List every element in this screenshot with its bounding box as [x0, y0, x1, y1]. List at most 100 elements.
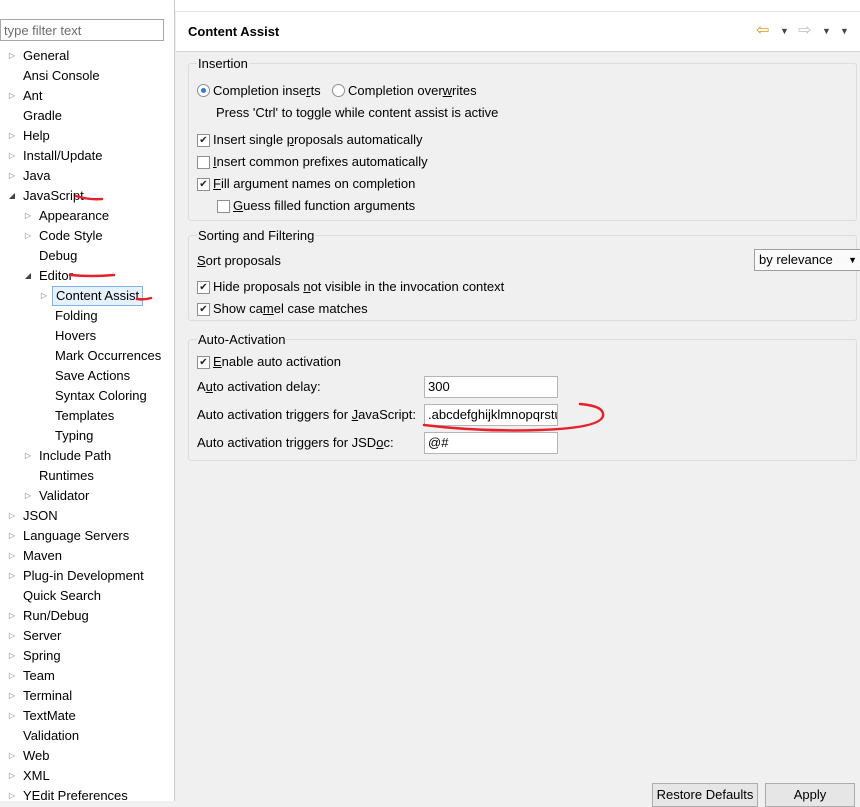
fill-args-checkbox[interactable]: ✔ — [197, 178, 210, 191]
expand-triangle-icon[interactable]: ▷ — [6, 526, 18, 546]
js-triggers-field[interactable]: .abcdefghijklmnopqrstuvwxyz — [424, 404, 558, 426]
expand-triangle-icon[interactable]: ▷ — [6, 46, 18, 66]
tree-item-label: General — [23, 48, 70, 63]
restore-defaults-button[interactable]: Restore Defaults — [652, 783, 758, 807]
tree-item-label: Web — [23, 748, 50, 763]
tree-item-label: YEdit Preferences — [23, 788, 128, 801]
guess-args-label: Guess filled function arguments — [233, 198, 416, 213]
tree-item-label: TextMate — [23, 708, 76, 723]
view-menu-chevron-down-icon[interactable]: ▼ — [840, 22, 849, 40]
jsdoc-triggers-field[interactable]: @# — [424, 432, 558, 454]
tree-item-label: Ansi Console — [23, 68, 100, 83]
auto-activation-group-title: Auto-Activation — [197, 331, 287, 349]
sort-proposals-select[interactable]: by relevance ▼ — [754, 249, 860, 271]
tree-item-label: Ant — [23, 88, 43, 103]
expand-triangle-icon[interactable]: ▷ — [38, 286, 50, 306]
tree-item-label: Server — [23, 628, 62, 643]
expand-triangle-icon[interactable]: ▷ — [6, 706, 18, 726]
guess-args-checkbox[interactable] — [217, 200, 230, 213]
tree-item-label: Runtimes — [39, 468, 94, 483]
back-arrow-icon[interactable]: ⇦ — [756, 22, 769, 40]
tree-item-label: Include Path — [39, 448, 112, 463]
sorting-filtering-group-title: Sorting and Filtering — [197, 227, 316, 245]
insert-common-label: Insert common prefixes automatically — [213, 154, 428, 169]
expand-triangle-icon[interactable]: ▷ — [6, 546, 18, 566]
expand-triangle-icon[interactable]: ▷ — [6, 166, 18, 186]
tree-item-label: Spring — [23, 648, 61, 663]
expand-triangle-icon[interactable]: ▷ — [22, 446, 34, 466]
js-triggers-label: Auto activation triggers for JavaScript: — [197, 407, 416, 422]
content-assist-page: Insertion Completion inserts Completion … — [176, 53, 860, 801]
tree-item-label: Quick Search — [23, 588, 102, 603]
collapse-triangle-icon[interactable]: ◢ — [6, 186, 18, 206]
apply-button[interactable]: Apply — [765, 783, 855, 807]
tree-item-label: Typing — [55, 428, 94, 443]
insert-common-checkbox[interactable] — [197, 156, 210, 169]
completion-overwrites-radio[interactable] — [332, 84, 345, 97]
expand-triangle-icon[interactable]: ▷ — [6, 506, 18, 526]
tree-item-label: XML — [23, 768, 50, 783]
expand-triangle-icon[interactable]: ▷ — [6, 626, 18, 646]
tree-item-label: Terminal — [23, 688, 73, 703]
tree-item-label: Maven — [23, 548, 63, 563]
jsdoc-triggers-label: Auto activation triggers for JSDoc: — [197, 435, 394, 450]
expand-triangle-icon[interactable]: ▷ — [6, 786, 18, 801]
back-history-chevron-down-icon[interactable]: ▼ — [780, 22, 789, 40]
tree-item-label: Validator — [39, 488, 90, 503]
tree-item-label: JSON — [23, 508, 58, 523]
forward-history-chevron-down-icon[interactable]: ▼ — [822, 22, 831, 40]
tree-item-label: Install/Update — [23, 148, 103, 163]
sort-proposals-value: by relevance — [759, 252, 833, 267]
tree-item-label: Syntax Coloring — [55, 388, 147, 403]
toggle-hint: Press 'Ctrl' to toggle while content ass… — [216, 105, 499, 120]
expand-triangle-icon[interactable]: ▷ — [6, 146, 18, 166]
expand-triangle-icon[interactable]: ▷ — [22, 206, 34, 226]
tree-item-label: Code Style — [39, 228, 103, 243]
hide-proposals-checkbox[interactable]: ✔ — [197, 281, 210, 294]
auto-activation-delay-label: Auto activation delay: — [197, 379, 321, 394]
expand-triangle-icon[interactable]: ▷ — [6, 86, 18, 106]
tree-item-label: Editor — [39, 268, 73, 283]
fill-args-label: Fill argument names on completion — [213, 176, 416, 191]
expand-triangle-icon[interactable]: ▷ — [6, 126, 18, 146]
tree-item-label: Validation — [23, 728, 80, 743]
completion-overwrites-label: Completion overwrites — [348, 83, 477, 98]
tree-item-label: Mark Occurrences — [55, 348, 162, 363]
tree-item-label: Save Actions — [55, 368, 131, 383]
page-header: Content Assist ⇦ ▼ ⇨ ▼ ▼ — [176, 12, 860, 52]
collapse-triangle-icon[interactable]: ◢ — [22, 266, 34, 286]
expand-triangle-icon[interactable]: ▷ — [6, 666, 18, 686]
insertion-group: Insertion Completion inserts Completion … — [188, 55, 857, 221]
filter-input[interactable] — [0, 19, 164, 41]
sorting-filtering-group: Sorting and Filtering Sort proposals by … — [188, 227, 860, 321]
expand-triangle-icon[interactable]: ▷ — [6, 766, 18, 786]
tree-item-label: Plug-in Development — [23, 568, 144, 583]
expand-triangle-icon[interactable]: ▷ — [6, 686, 18, 706]
tree-item-label: Java — [23, 168, 51, 183]
expand-triangle-icon[interactable]: ▷ — [22, 486, 34, 506]
forward-arrow-icon[interactable]: ⇨ — [798, 22, 811, 40]
enable-auto-activation-label: Enable auto activation — [213, 354, 341, 369]
camel-case-checkbox[interactable]: ✔ — [197, 303, 210, 316]
expand-triangle-icon[interactable]: ▷ — [6, 646, 18, 666]
expand-triangle-icon[interactable]: ▷ — [6, 566, 18, 586]
auto-activation-delay-field[interactable]: 300 — [424, 376, 558, 398]
chevron-down-icon: ▼ — [848, 255, 857, 265]
camel-case-label: Show camel case matches — [213, 301, 368, 316]
expand-triangle-icon[interactable]: ▷ — [6, 606, 18, 626]
insert-single-checkbox[interactable]: ✔ — [197, 134, 210, 147]
expand-triangle-icon[interactable]: ▷ — [22, 226, 34, 246]
enable-auto-activation-checkbox[interactable]: ✔ — [197, 356, 210, 369]
tree-item-label: Run/Debug — [23, 608, 89, 623]
completion-inserts-radio[interactable] — [197, 84, 210, 97]
expand-triangle-icon[interactable]: ▷ — [6, 746, 18, 766]
